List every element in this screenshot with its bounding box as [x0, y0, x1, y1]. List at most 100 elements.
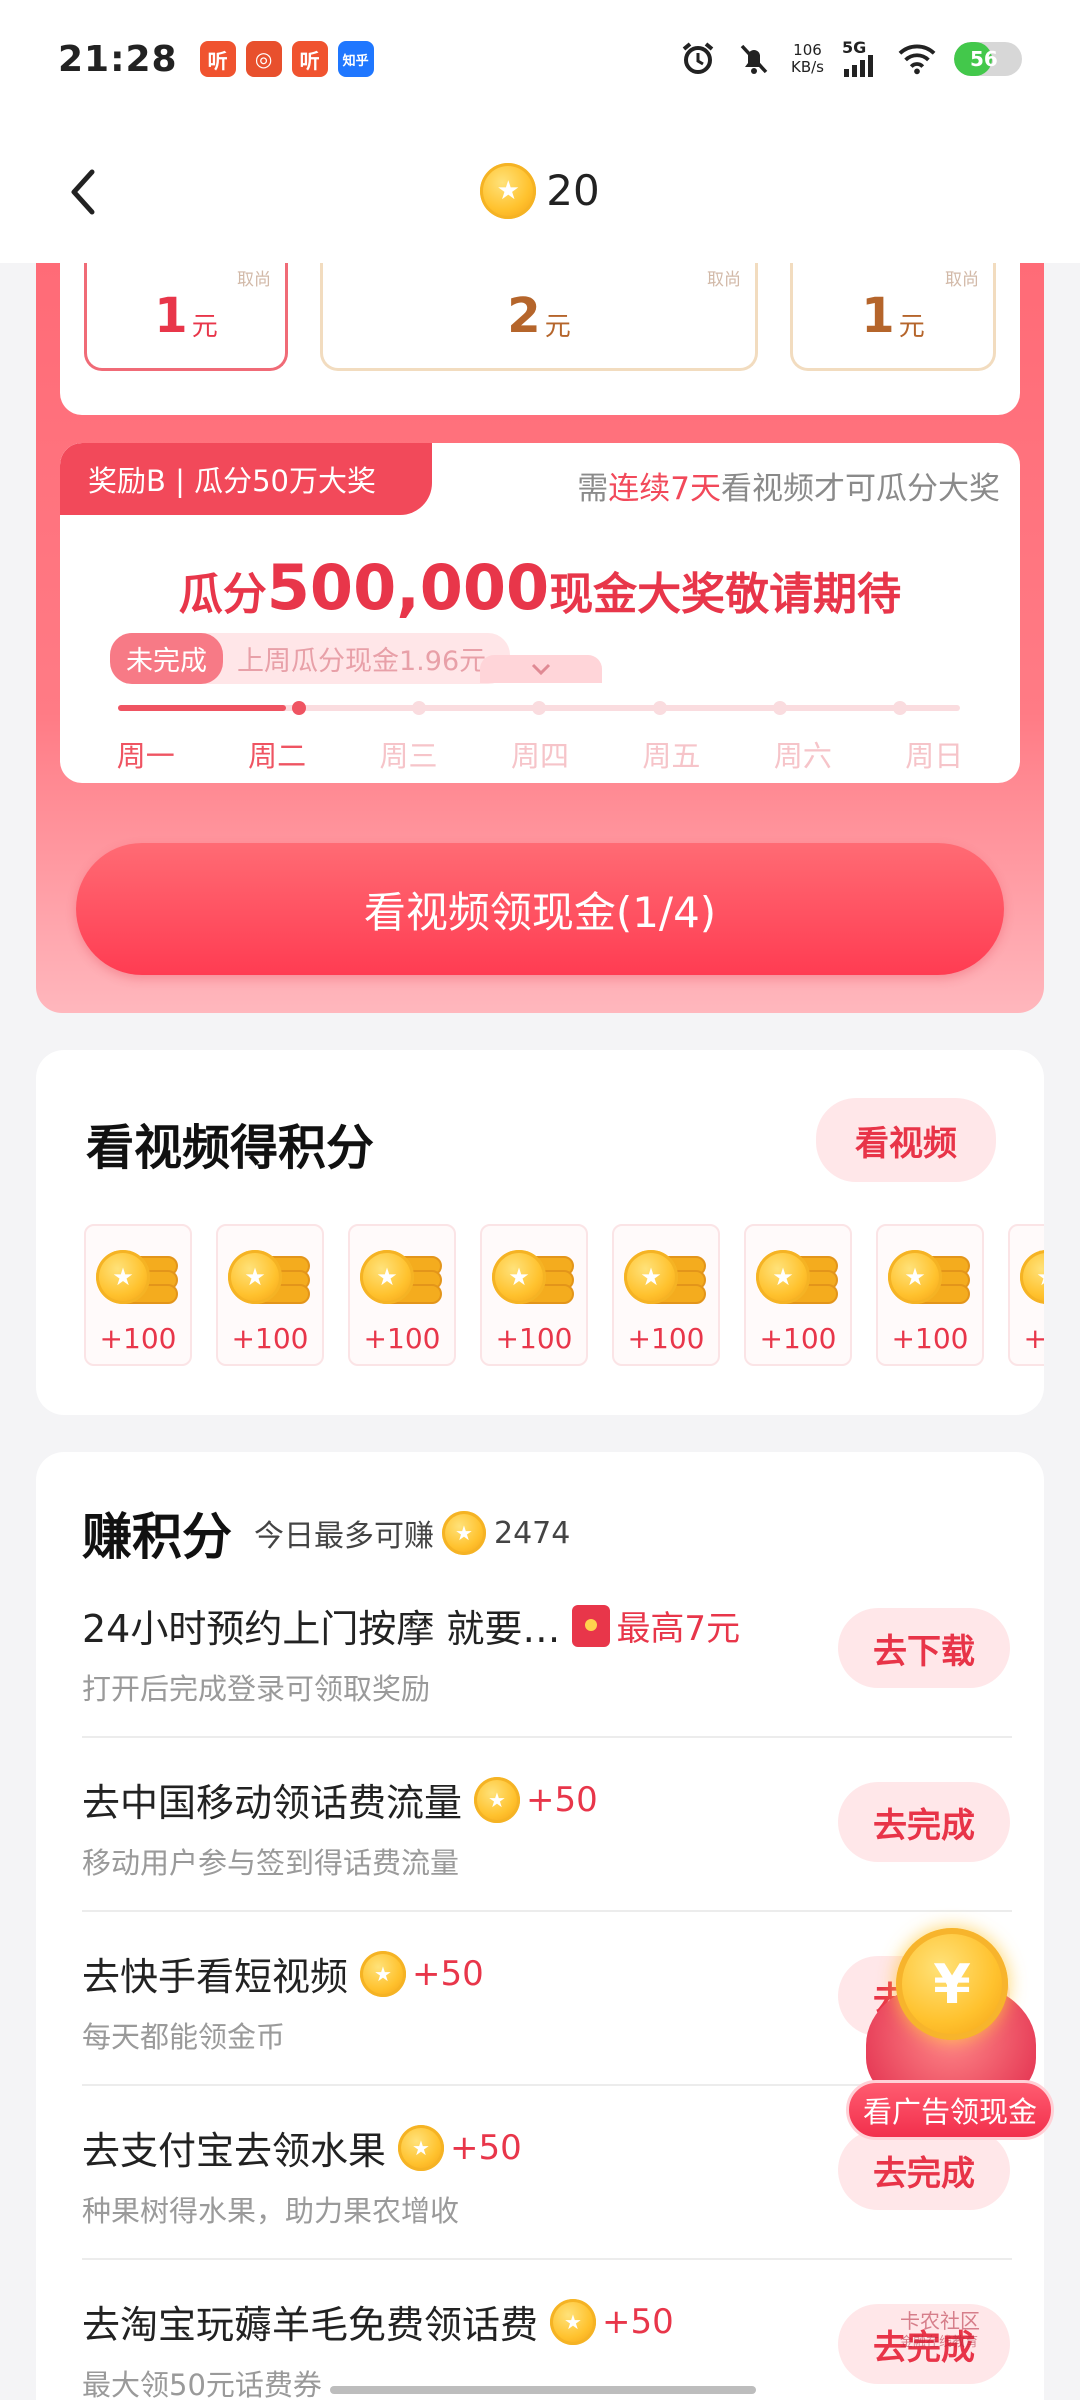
task-name: 去中国移动领话费流量	[82, 1781, 463, 1825]
coin-stack-icon: ★	[360, 1242, 444, 1306]
watermark-line2: 金融在线教育	[900, 2335, 979, 2350]
fish-app-icon: ◎	[245, 41, 282, 77]
headline-pre: 瓜分	[178, 569, 267, 620]
prize-option[interactable]: 取尚 1元	[790, 263, 996, 371]
progress-dot	[893, 701, 908, 715]
task-reward: 最高7元	[572, 1601, 740, 1650]
task-reward: ★ +50	[360, 1950, 484, 1997]
reward-amount: +100	[627, 1322, 705, 1355]
reward-tile: ★ +100	[348, 1224, 456, 1366]
prize-tag: 取尚	[945, 270, 979, 290]
progress-dot	[652, 701, 667, 715]
reward-tiles: ★ +100 ★ +100 ★ +100 ★ +100 ★ +100 ★ +100 ★ +100 ★ +100	[84, 1224, 1044, 1366]
earn-header: 赚积分 今日最多可赚 ★ 2474	[82, 1497, 570, 1569]
home-indicator[interactable]	[330, 2386, 756, 2394]
prize-card: 取尚 1元 取尚 2元 取尚 1元	[60, 263, 1020, 415]
weekday-label: 周二	[248, 739, 307, 773]
task-item: 去中国移动领话费流量 ★ +50 移动用户参与签到得话费流量 去完成	[82, 1738, 1012, 1912]
floating-ad[interactable]: ¥ 看广告领现金	[846, 1928, 1056, 2148]
signal-icon: 5G	[842, 40, 880, 78]
prize-option[interactable]: 取尚 2元	[320, 263, 758, 371]
watch-video-button[interactable]: 看视频	[816, 1098, 996, 1182]
coin-stack-icon: ★	[228, 1242, 312, 1306]
coin-icon: ★	[442, 1511, 486, 1555]
expand-toggle[interactable]	[480, 655, 602, 683]
video-points-title: 看视频得积分	[86, 1120, 375, 1176]
prize-unit: 元	[191, 312, 218, 342]
task-reward: ★ +50	[550, 2298, 674, 2345]
prize-amount: 1	[861, 287, 895, 344]
status-row: 未完成 上周瓜分现金1.96元	[110, 633, 511, 684]
coin-icon: ★	[550, 2298, 597, 2345]
chevron-down-icon	[531, 663, 551, 676]
weekday-label: 周六	[773, 739, 832, 773]
status-time: 21:28	[58, 38, 178, 80]
reward-amount: +100	[891, 1322, 969, 1355]
reward-amount: +100	[1023, 1322, 1044, 1355]
last-week-info: 上周瓜分现金1.96元	[193, 633, 511, 684]
reward-tile: ★ +100	[612, 1224, 720, 1366]
task-name-row: 去中国移动领话费流量 ★ +50	[82, 1772, 598, 1827]
week-progress-bar	[118, 701, 960, 715]
mute-bell-icon	[735, 40, 773, 78]
progress-dot	[532, 701, 547, 715]
task-name-row: 去淘宝玩薅羊毛免费领话费 ★ +50	[82, 2294, 674, 2349]
ting-app-icon-2: 听	[291, 41, 328, 77]
task-description: 每天都能领金币	[82, 2020, 286, 2054]
earn-points-card: 赚积分 今日最多可赚 ★ 2474 24小时预约上门按摩 就要… 最高7元 打开后完…	[36, 1452, 1044, 2400]
task-description: 最大领50元话费券	[82, 2368, 322, 2400]
prize-option[interactable]: 取尚 1元	[84, 263, 288, 371]
wifi-icon	[898, 40, 936, 78]
task-action-button[interactable]: 去完成	[838, 1782, 1010, 1862]
task-action-button[interactable]: 去下载	[838, 1608, 1010, 1688]
yuan-coin-icon: ¥	[896, 1928, 1008, 2040]
ting-app-icon: 听	[199, 41, 236, 77]
progress-dot	[291, 701, 306, 715]
weekday-label: 周日	[905, 739, 964, 773]
bonus-requirement: 需连续7天看视频才可瓜分大奖	[577, 463, 1000, 508]
progress-dot	[411, 701, 426, 715]
reward-amount: +100	[231, 1322, 309, 1355]
task-reward-value: +50	[526, 1779, 598, 1820]
earn-title: 赚积分	[82, 1508, 232, 1566]
watch-video-cash-button[interactable]: 看视频领现金(1/4)	[76, 843, 1004, 975]
task-reward-value: +50	[450, 2127, 522, 2168]
reward-tile: ★ +100	[1008, 1224, 1044, 1366]
coin-stack-icon: ★	[624, 1242, 708, 1306]
reward-tile: ★ +100	[876, 1224, 984, 1366]
prize-tag: 取尚	[707, 270, 741, 290]
prize-amount: 2	[507, 287, 541, 344]
video-points-card: 看视频得积分 看视频 ★ +100 ★ +100 ★ +100 ★ +100 ★ +100 ★ +10…	[36, 1050, 1044, 1415]
network-speed: 106 KB/s	[791, 42, 824, 76]
cash-reward-panel: 取尚 1元 取尚 2元 取尚 1元 奖励B | 瓜分50万大奖 需连续7天看视频…	[36, 263, 1044, 1013]
top-header: ★ 20	[0, 118, 1080, 263]
zhihu-app-icon: 知乎	[337, 41, 374, 77]
task-name: 去快手看短视频	[82, 1955, 349, 1999]
status-badge: 未完成	[110, 633, 223, 684]
task-name: 去支付宝去领水果	[82, 2129, 387, 2173]
status-bar: 21:28 听 ◎ 听知乎 106 KB/s 5G 56	[0, 0, 1080, 118]
coin-stack-icon: ★	[96, 1242, 180, 1306]
network-type: 5G	[842, 38, 867, 57]
reward-amount: +100	[99, 1322, 177, 1355]
task-name-row: 去支付宝去领水果 ★ +50	[82, 2120, 522, 2175]
coin-stack-icon: ★	[888, 1242, 972, 1306]
weekday-label: 周一	[116, 739, 175, 773]
battery-level: 56	[970, 47, 998, 71]
earn-subtitle: 今日最多可赚 ★ 2474	[254, 1511, 570, 1555]
reward-amount: +100	[495, 1322, 573, 1355]
note-suffix: 看视频才可瓜分大奖	[721, 471, 1000, 507]
task-item: 24小时预约上门按摩 就要… 最高7元 打开后完成登录可领取奖励 去下载	[82, 1564, 1012, 1738]
reward-amount: +100	[759, 1322, 837, 1355]
note-highlight: 连续7天	[608, 471, 721, 507]
watermark-line1: 卡农社区	[900, 2309, 980, 2333]
weekday-label: 周四	[510, 739, 569, 773]
reward-tile: ★ +100	[84, 1224, 192, 1366]
prize-unit: 元	[898, 312, 925, 342]
alarm-icon	[679, 40, 717, 78]
task-name: 24小时预约上门按摩 就要…	[82, 1607, 561, 1651]
back-button[interactable]	[58, 162, 108, 222]
coin-stack-icon: ★	[756, 1242, 840, 1306]
task-description: 种果树得水果，助力果农增收	[82, 2194, 460, 2228]
coin-balance: ★ 20	[480, 162, 600, 219]
